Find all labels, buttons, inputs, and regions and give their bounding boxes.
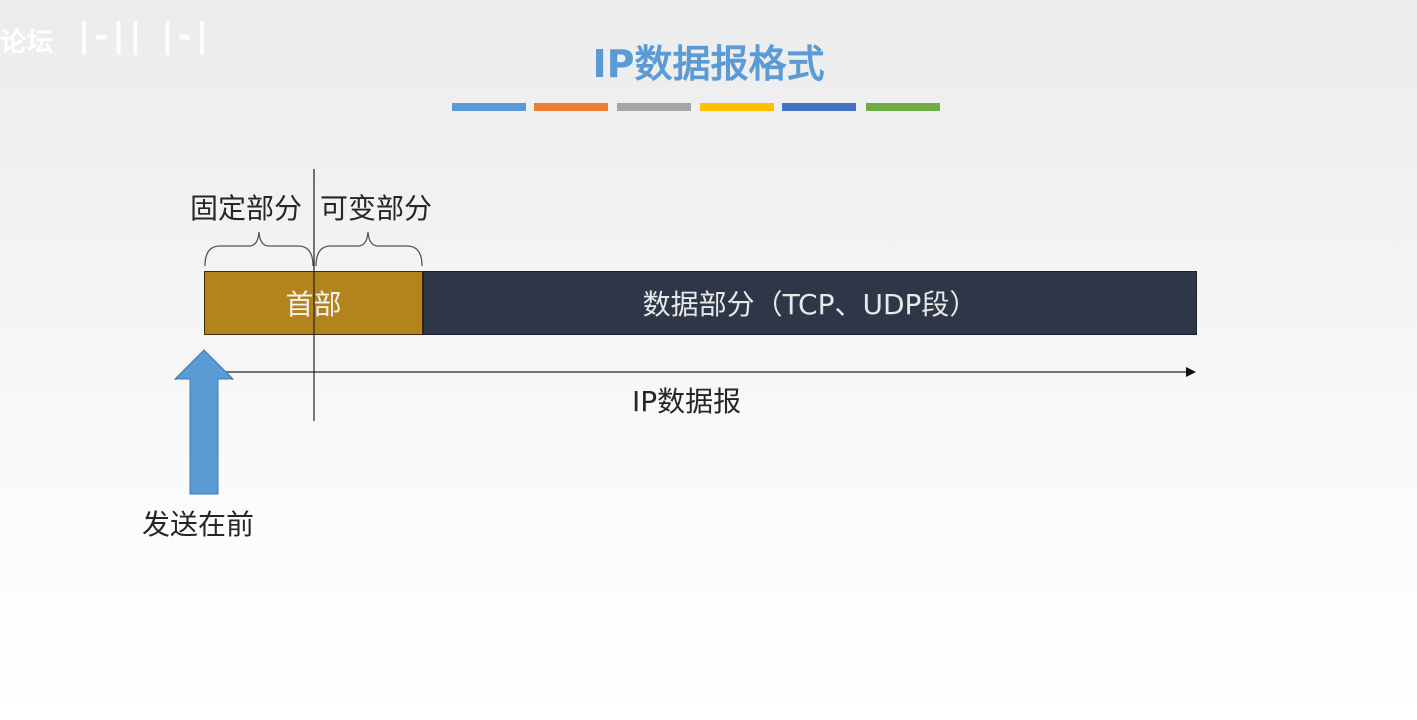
fixed-part-brace: [204, 231, 314, 267]
diagram-lines: [173, 169, 1196, 495]
send-first-arrow: [173, 349, 235, 495]
variable-part-brace: [315, 231, 423, 267]
datagram-arrow-head: [1186, 367, 1196, 377]
ip-datagram-label: IP数据报: [632, 385, 742, 418]
send-first-label: 发送在前: [142, 508, 255, 541]
